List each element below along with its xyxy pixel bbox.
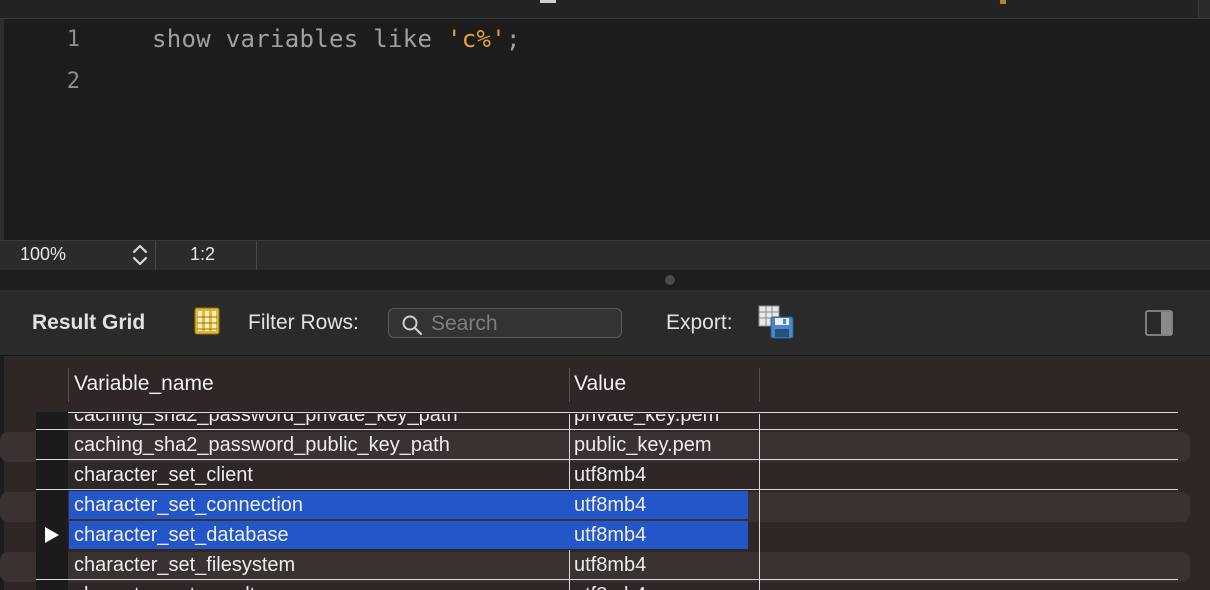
code-terminator: ; (505, 25, 521, 53)
zoom-stepper-icon[interactable] (130, 243, 150, 267)
cell-value[interactable]: utf8mb4 (574, 554, 646, 577)
cell-separator (759, 550, 760, 580)
cell-separator (759, 580, 760, 590)
cell-value[interactable]: utf8mb4 (574, 584, 646, 590)
cell-variable-name[interactable]: character_set_connection (74, 494, 303, 517)
splitter-handle[interactable] (665, 275, 675, 285)
line-number: 1 (66, 27, 80, 52)
cell-separator (759, 520, 760, 550)
panel-toggle-icon[interactable] (1145, 310, 1173, 336)
code-line[interactable]: show variables like 'c%'; (152, 25, 521, 53)
result-toolbar: Result Grid Filter Rows: Export: (0, 290, 1210, 356)
search-icon (402, 315, 423, 336)
table-row[interactable]: character_set_filesystem utf8mb4 (36, 550, 1178, 580)
cell-separator (759, 460, 760, 490)
cell-separator (569, 430, 570, 460)
table-row-selected[interactable]: character_set_connection utf8mb4 (36, 490, 1178, 520)
cell-separator (569, 580, 570, 590)
column-header-variable-name[interactable]: Variable_name (74, 372, 214, 396)
cursor-position: 1:2 (190, 244, 216, 264)
cell-variable-name[interactable]: character_set_results (74, 584, 265, 590)
cell-value[interactable]: utf8mb4 (574, 494, 646, 517)
current-row-arrow-icon (45, 527, 59, 543)
table-row[interactable]: character_set_client utf8mb4 (36, 460, 1178, 490)
cell-separator (569, 550, 570, 580)
table-row[interactable]: character_set_results utf8mb4 (36, 580, 1178, 590)
status-divider (155, 241, 156, 271)
header-divider (36, 412, 1178, 413)
panel-splitter[interactable] (0, 270, 1210, 290)
search-box[interactable] (388, 308, 622, 338)
export-save-icon[interactable] (758, 305, 794, 339)
tab-indicator (540, 0, 556, 3)
editor-status-bar: 100% 1:2 (0, 240, 1210, 271)
result-grid-label: Result Grid (32, 311, 146, 334)
cell-separator (569, 460, 570, 490)
zoom-level: 100% (20, 244, 67, 264)
column-separator[interactable] (68, 368, 69, 402)
cell-variable-name[interactable]: character_set_database (74, 524, 289, 547)
column-separator[interactable] (759, 368, 760, 402)
table-row-selected[interactable]: character_set_database utf8mb4 (36, 520, 1178, 550)
editor-tab-bar (0, 0, 1210, 19)
tab-bar-edge (1198, 0, 1210, 18)
cell-value[interactable]: utf8mb4 (574, 524, 646, 547)
result-grid[interactable]: Variable_name Value caching_sha2_passwor… (0, 356, 1210, 590)
cell-value[interactable]: public_key.pem (574, 434, 711, 457)
sql-editor[interactable]: 1 show variables like 'c%'; 2 (0, 19, 1210, 240)
cell-variable-name[interactable]: caching_sha2_password_public_key_path (74, 434, 450, 457)
grid-header: Variable_name Value (0, 356, 1210, 412)
cell-value[interactable]: utf8mb4 (574, 464, 646, 487)
search-input[interactable] (429, 312, 613, 336)
cell-separator (759, 490, 760, 520)
code-string-literal: 'c%' (446, 25, 506, 53)
status-divider (256, 241, 257, 271)
grid-view-icon[interactable] (194, 307, 220, 335)
column-separator[interactable] (569, 368, 570, 402)
filter-rows-label: Filter Rows: (248, 311, 359, 334)
cell-variable-name[interactable]: character_set_filesystem (74, 554, 295, 577)
cell-separator (759, 430, 760, 460)
table-row[interactable]: caching_sha2_password_public_key_path pu… (36, 430, 1178, 460)
code-keywords: show variables like (152, 25, 447, 53)
export-label: Export: (666, 311, 733, 334)
line-number: 2 (66, 69, 80, 94)
tab-marker (1000, 0, 1006, 4)
column-header-value[interactable]: Value (574, 372, 626, 396)
cell-variable-name[interactable]: character_set_client (74, 464, 253, 487)
